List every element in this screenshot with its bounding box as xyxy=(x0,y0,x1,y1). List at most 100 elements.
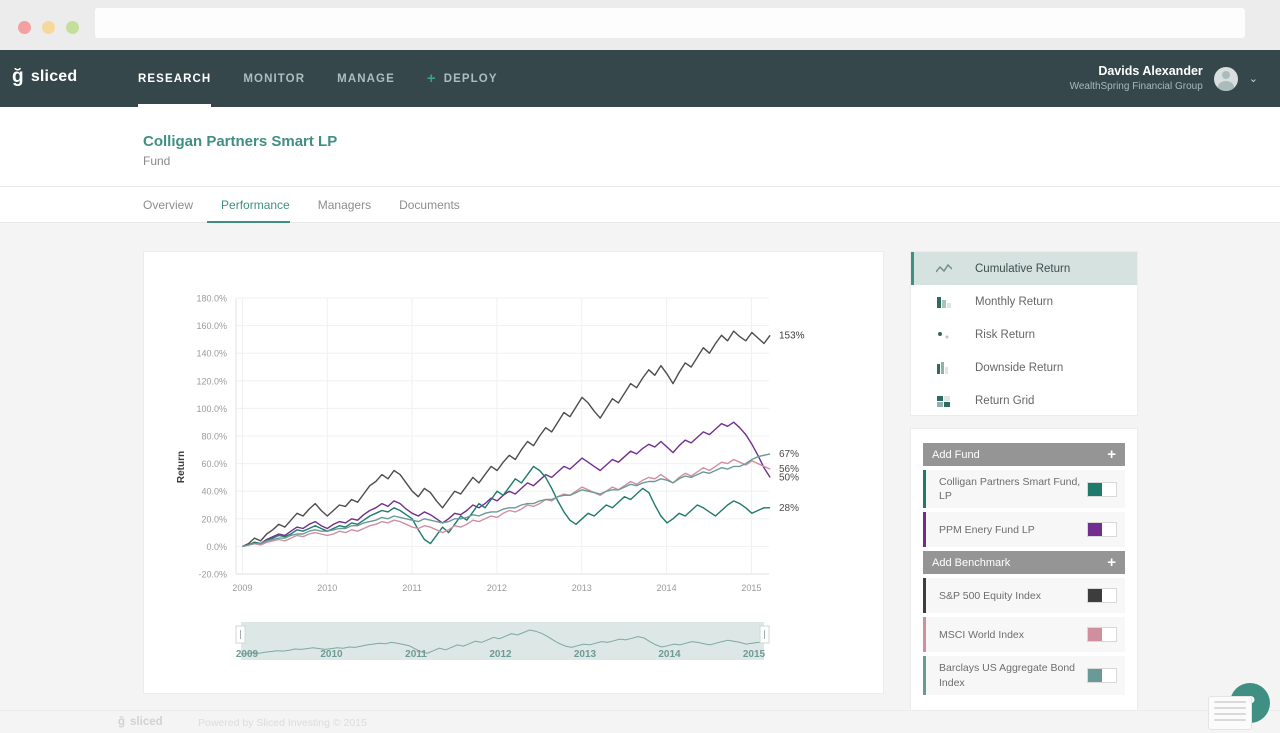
tab-bar: Overview Performance Managers Documents xyxy=(0,187,1280,223)
chevron-down-icon[interactable]: ⌄ xyxy=(1249,72,1258,85)
menu-item-risk-return[interactable]: Risk Return xyxy=(911,318,1137,351)
cumulative-return-chart-card: 180.0% 160.0% 140.0% 120.0% 100.0% 80.0% 60.0%… xyxy=(143,251,884,694)
help-preview-card[interactable] xyxy=(1208,696,1252,730)
menu-item-cumulative-return-label: Cumulative Return xyxy=(975,262,1071,275)
tab-managers[interactable]: Managers xyxy=(304,187,385,223)
toggle-on-half xyxy=(1088,589,1102,603)
series-visibility-toggle[interactable] xyxy=(1087,668,1117,684)
x-axis-tick-label: 2013 xyxy=(572,583,592,593)
chart-series-line[interactable] xyxy=(242,453,771,548)
menu-item-downside-return-label: Downside Return xyxy=(975,361,1064,374)
benchmark-row-label: MSCI World Index xyxy=(939,628,1024,641)
series-color-swatch xyxy=(923,656,926,695)
navigator-right-handle[interactable] xyxy=(759,625,770,644)
x-axis-tick-label: 2014 xyxy=(657,583,677,593)
series-color-swatch xyxy=(923,578,926,614)
nav-item-research-label: RESEARCH xyxy=(138,72,212,85)
chart-y-axis-labels: 180.0% 160.0% 140.0% 120.0% 100.0% 80.0% 60.0%… xyxy=(196,294,227,580)
user-name: Davids Alexander xyxy=(1098,64,1203,79)
add-fund-button[interactable]: Add Fund + xyxy=(923,443,1125,466)
benchmark-row[interactable]: Barclays US Aggregate Bond Index xyxy=(923,656,1125,695)
app-logo[interactable]: ğ sliced xyxy=(12,67,77,86)
tab-documents[interactable]: Documents xyxy=(385,187,474,223)
primary-nav: RESEARCH MONITOR MANAGE + DEPLOY xyxy=(138,50,514,107)
url-bar[interactable] xyxy=(95,8,1245,38)
series-visibility-toggle[interactable] xyxy=(1087,588,1117,604)
y-axis-tick-label: 160.0% xyxy=(196,321,227,331)
tab-documents-label: Documents xyxy=(399,198,460,212)
y-axis-tick-label: 80.0% xyxy=(201,432,227,442)
toggle-off-half xyxy=(1102,482,1116,496)
navigator-tick-label: 2009 xyxy=(236,649,259,660)
benchmark-row[interactable]: S&P 500 Equity Index xyxy=(923,578,1125,614)
add-benchmark-button[interactable]: Add Benchmark + xyxy=(923,551,1125,575)
series-color-swatch xyxy=(923,512,926,548)
y-axis-tick-label: 140.0% xyxy=(196,349,227,359)
fund-row-label: PPM Enery Fund LP xyxy=(939,523,1035,536)
page-footer: ğ sliced Powered by Sliced Investing © 2… xyxy=(0,710,1280,733)
chart-series-line[interactable] xyxy=(242,421,771,548)
nav-item-research[interactable]: RESEARCH xyxy=(138,50,227,107)
y-axis-tick-label: 40.0% xyxy=(201,487,227,497)
series-color-swatch xyxy=(923,617,926,653)
nav-item-monitor[interactable]: MONITOR xyxy=(227,50,321,107)
y-axis-tick-label: 0.0% xyxy=(206,542,227,552)
tab-managers-label: Managers xyxy=(317,198,372,212)
user-menu[interactable]: Davids Alexander WealthSpring Financial … xyxy=(1070,50,1258,107)
series-visibility-toggle[interactable] xyxy=(1087,627,1117,643)
menu-item-downside-return[interactable]: Downside Return xyxy=(911,351,1137,384)
nav-item-deploy[interactable]: + DEPLOY xyxy=(411,50,514,107)
funds-list: Colligan Partners Smart Fund, LP PPM Ener… xyxy=(923,470,1125,548)
tab-overview-label: Overview xyxy=(143,198,194,212)
series-color-swatch xyxy=(923,470,926,509)
x-axis-tick-label: 2010 xyxy=(317,583,337,593)
maximize-window-icon[interactable] xyxy=(66,21,79,34)
add-benchmark-label: Add Benchmark xyxy=(932,556,1011,569)
benchmark-row-label: Barclays US Aggregate Bond Index xyxy=(939,662,1075,689)
brand-name: sliced xyxy=(30,67,78,85)
tab-overview[interactable]: Overview xyxy=(143,187,207,223)
chart-end-value-labels: 153%67%56%50%28% xyxy=(779,330,805,514)
sliced-logo-icon: ğ xyxy=(12,66,24,87)
y-axis-tick-label: 180.0% xyxy=(196,294,227,304)
benchmark-row[interactable]: MSCI World Index xyxy=(923,617,1125,653)
minimize-window-icon[interactable] xyxy=(42,21,55,34)
chart-y-axis-title: Return xyxy=(176,451,187,483)
cumulative-return-chart[interactable]: 180.0% 160.0% 140.0% 120.0% 100.0% 80.0% 60.0%… xyxy=(144,252,883,693)
toggle-on-half xyxy=(1088,669,1102,683)
navigator-tick-label: 2011 xyxy=(405,649,427,660)
tab-performance[interactable]: Performance xyxy=(207,187,304,223)
benchmark-row-label: S&P 500 Equity Index xyxy=(939,589,1041,602)
menu-item-return-grid-label: Return Grid xyxy=(975,394,1035,407)
user-info: Davids Alexander WealthSpring Financial … xyxy=(1070,63,1203,93)
menu-item-return-grid[interactable]: Return Grid xyxy=(911,384,1137,417)
close-window-icon[interactable] xyxy=(18,21,31,34)
menu-item-monthly-return[interactable]: Monthly Return xyxy=(911,285,1137,318)
toggle-off-half xyxy=(1102,669,1116,683)
navigator-left-handle[interactable] xyxy=(235,625,246,644)
fund-row[interactable]: PPM Enery Fund LP xyxy=(923,512,1125,548)
navigator-tick-label: 2012 xyxy=(489,649,512,660)
series-visibility-toggle[interactable] xyxy=(1087,481,1117,497)
chart-range-navigator: 2009 2010 2011 2012 2013 2014 2015 xyxy=(235,622,770,660)
chart-series-line[interactable] xyxy=(242,458,771,548)
navigator-tick-label: 2015 xyxy=(743,649,766,660)
menu-item-risk-return-label: Risk Return xyxy=(975,328,1036,341)
toggle-off-half xyxy=(1102,589,1116,603)
chart-x-axis-labels: 2009 2010 2011 2012 2013 2014 2015 xyxy=(232,583,761,593)
page-body: 180.0% 160.0% 140.0% 120.0% 100.0% 80.0% 60.0%… xyxy=(0,223,1280,733)
series-end-value-label: 28% xyxy=(779,503,799,514)
menu-item-cumulative-return[interactable]: Cumulative Return xyxy=(911,252,1137,285)
tab-performance-label: Performance xyxy=(221,198,290,212)
nav-item-manage-label: MANAGE xyxy=(337,72,395,85)
window-controls xyxy=(18,21,79,34)
benchmarks-list: S&P 500 Equity Index MSCI World Index Barc… xyxy=(923,578,1125,695)
nav-item-deploy-label: DEPLOY xyxy=(443,72,498,85)
plus-icon: + xyxy=(1107,446,1116,463)
nav-item-manage[interactable]: MANAGE xyxy=(321,50,411,107)
fund-row-label: Colligan Partners Smart Fund, LP xyxy=(939,476,1081,503)
fund-row[interactable]: Colligan Partners Smart Fund, LP xyxy=(923,470,1125,509)
chart-series-line[interactable] xyxy=(242,330,771,548)
series-end-value-label: 67% xyxy=(779,449,799,460)
series-visibility-toggle[interactable] xyxy=(1087,522,1117,538)
